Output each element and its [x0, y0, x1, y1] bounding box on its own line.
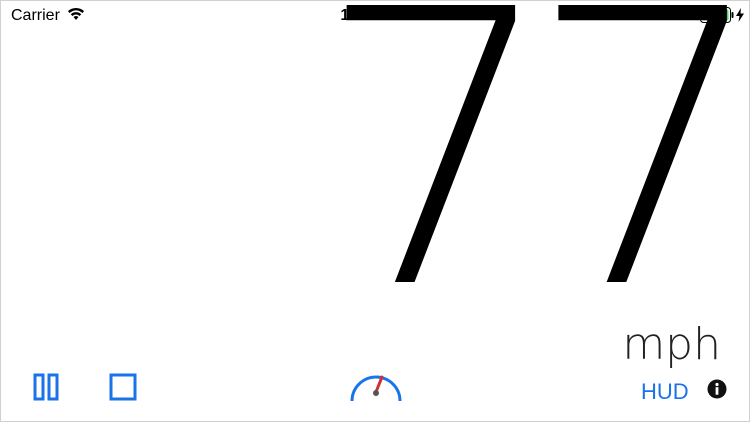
speed-unit: mph	[622, 319, 721, 370]
pause-icon	[33, 373, 59, 401]
info-icon	[707, 379, 727, 399]
info-button[interactable]	[707, 379, 727, 399]
app-window: Carrier 10:50 PM 77 mph HUD	[0, 0, 750, 422]
pause-button[interactable]	[33, 373, 61, 401]
stop-icon	[109, 373, 137, 401]
speedometer-icon	[350, 375, 402, 401]
speed-value: 77	[315, 0, 749, 372]
speedometer-button[interactable]	[348, 361, 404, 401]
stop-button[interactable]	[109, 373, 137, 401]
hud-button[interactable]: HUD	[641, 379, 689, 405]
